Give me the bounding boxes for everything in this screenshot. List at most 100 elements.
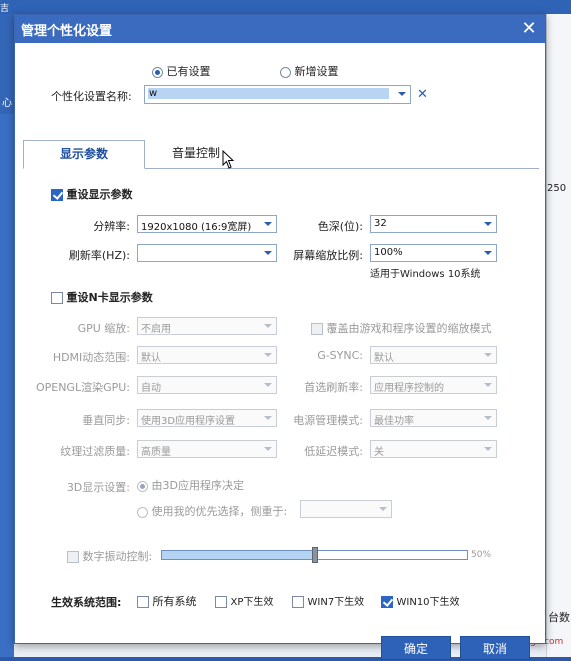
dialog-body: 已有设置 新增设置 个性化设置名称: w ✕ 显示参数 音量控制 重设显示参数 …	[15, 43, 545, 660]
reset-display-check[interactable]	[51, 189, 63, 201]
close-icon[interactable]: ✕	[519, 19, 539, 39]
gpu-scale-select[interactable]: 不启用	[137, 317, 277, 335]
reset-nvidia-label: 重设N卡显示参数	[66, 291, 153, 304]
opengl-value: 自动	[141, 383, 161, 394]
vibrance-value: 50%	[471, 550, 492, 560]
scope-xp-check[interactable]	[215, 596, 227, 608]
pref-refresh-label: 首选刷新率:	[304, 381, 363, 394]
scale-value: 100%	[374, 247, 403, 258]
radio-existing-indicator[interactable]	[152, 66, 163, 78]
ok-button[interactable]: 确定	[381, 636, 451, 660]
opengl-select[interactable]: 自动	[137, 376, 277, 394]
chevron-down-icon[interactable]	[264, 383, 272, 387]
hdmi-label: HDMI动态范围:	[52, 351, 130, 364]
delete-icon[interactable]: ✕	[417, 87, 428, 102]
chevron-down-icon[interactable]	[264, 353, 272, 357]
power-value: 最佳功率	[374, 416, 414, 427]
mouse-cursor-icon	[222, 150, 235, 169]
vibrance-slider-fill	[162, 551, 315, 559]
vibrance-slider-thumb[interactable]	[311, 547, 318, 563]
chevron-down-icon[interactable]	[484, 251, 492, 255]
vibrance-label: 数字振动控制:	[82, 550, 153, 563]
reset-display-label: 重设显示参数	[66, 188, 133, 201]
chevron-down-icon[interactable]	[484, 447, 492, 451]
vsync-select[interactable]: 使用3D应用程序设置	[137, 409, 277, 427]
override-scale-label: 覆盖由游戏和程序设置的缩放模式	[326, 322, 492, 335]
chevron-down-icon[interactable]	[484, 222, 492, 226]
chevron-down-icon[interactable]	[398, 92, 406, 96]
reset-display-checkbox[interactable]: 重设显示参数	[51, 186, 133, 202]
chevron-down-icon[interactable]	[264, 416, 272, 420]
refresh-select[interactable]	[137, 244, 277, 262]
chevron-down-icon[interactable]	[264, 447, 272, 451]
cancel-button[interactable]: 取消	[460, 636, 530, 660]
color-depth-value: 32	[374, 218, 387, 229]
reset-nvidia-checkbox[interactable]: 重设N卡显示参数	[51, 289, 153, 305]
reset-nvidia-check[interactable]	[51, 292, 63, 304]
radio-new[interactable]: 新增设置	[280, 63, 339, 79]
chevron-down-icon[interactable]	[484, 383, 492, 387]
gsync-value: 默认	[374, 353, 394, 364]
scope-all-label: 所有系统	[152, 595, 197, 608]
chevron-down-icon[interactable]	[264, 222, 272, 226]
scope-label: 生效系统范围:	[51, 596, 122, 609]
hdmi-select[interactable]: 默认	[137, 346, 277, 364]
scope-win10-checkbox[interactable]: WIN10下生效	[381, 593, 460, 608]
low-latency-select[interactable]: 关	[370, 440, 497, 458]
chevron-down-icon[interactable]	[264, 324, 272, 328]
pref-refresh-select[interactable]: 应用程序控制的	[370, 376, 497, 394]
vibrance-slider[interactable]	[161, 547, 468, 563]
3d-option-app-indicator[interactable]	[137, 480, 148, 492]
chevron-down-icon[interactable]	[484, 416, 492, 420]
vibrance-checkbox[interactable]: 数字振动控制:	[67, 548, 152, 564]
radio-existing[interactable]: 已有设置	[152, 63, 211, 79]
radio-new-label: 新增设置	[294, 65, 339, 78]
low-latency-label: 低延迟模式:	[304, 445, 363, 458]
chevron-down-icon[interactable]	[379, 507, 387, 511]
gpu-scale-label: GPU 缩放:	[77, 322, 130, 335]
texture-select[interactable]: 高质量	[137, 440, 277, 458]
dialog-titlebar: 管理个性化设置 ✕	[15, 15, 545, 43]
name-combobox[interactable]: w	[144, 85, 411, 104]
3d-option-pref-label: 使用我的优先选择，侧重于:	[151, 505, 288, 518]
scope-win10-label: WIN10下生效	[396, 597, 460, 608]
chevron-down-icon[interactable]	[264, 251, 272, 255]
power-label: 电源管理模式:	[293, 414, 363, 427]
background-top-text: 吉	[0, 4, 10, 14]
chevron-down-icon[interactable]	[484, 353, 492, 357]
gsync-select[interactable]: 默认	[370, 346, 497, 364]
scope-win7-checkbox[interactable]: WIN7下生效	[292, 593, 364, 608]
gsync-label: G-SYNC:	[317, 349, 363, 362]
pref-refresh-value: 应用程序控制的	[374, 383, 444, 394]
resolution-value: 1920x1080 (16:9宽屏)	[141, 222, 252, 233]
scope-xp-checkbox[interactable]: XP下生效	[215, 593, 273, 608]
3d-option-app[interactable]: 由3D应用程序决定	[137, 477, 244, 493]
radio-new-indicator[interactable]	[280, 66, 291, 78]
background-right-value: 250	[547, 183, 567, 194]
scope-win10-check[interactable]	[381, 596, 393, 608]
scope-win7-label: WIN7下生效	[307, 597, 365, 608]
override-scale-checkbox[interactable]: 覆盖由游戏和程序设置的缩放模式	[311, 320, 492, 336]
tab-bar: 显示参数 音量控制	[23, 140, 539, 169]
resolution-select[interactable]: 1920x1080 (16:9宽屏)	[137, 215, 277, 233]
override-scale-check[interactable]	[311, 323, 323, 335]
scope-all-checkbox[interactable]: 所有系统	[137, 593, 197, 609]
tab-display[interactable]: 显示参数	[23, 140, 145, 169]
power-select[interactable]: 最佳功率	[370, 409, 497, 427]
scale-note: 适用于Windows 10系统	[370, 269, 481, 280]
resolution-label: 分辨率:	[93, 220, 130, 233]
3d-option-pref[interactable]: 使用我的优先选择，侧重于:	[137, 503, 287, 519]
scale-select[interactable]: 100%	[370, 244, 497, 262]
texture-label: 纹理过滤质量:	[60, 445, 130, 458]
3d-pref-select[interactable]	[300, 500, 392, 518]
color-depth-label: 色深(位):	[317, 220, 363, 233]
vsync-label: 垂直同步:	[82, 414, 130, 427]
scope-all-check[interactable]	[137, 596, 149, 608]
background-bottom-text: 台数	[548, 611, 570, 624]
3d-option-pref-indicator[interactable]	[137, 506, 148, 518]
background-left-text: 心	[2, 98, 12, 109]
gpu-scale-value: 不启用	[141, 324, 171, 335]
scope-win7-check[interactable]	[292, 596, 304, 608]
color-depth-select[interactable]: 32	[370, 215, 497, 233]
vibrance-check[interactable]	[67, 551, 79, 563]
